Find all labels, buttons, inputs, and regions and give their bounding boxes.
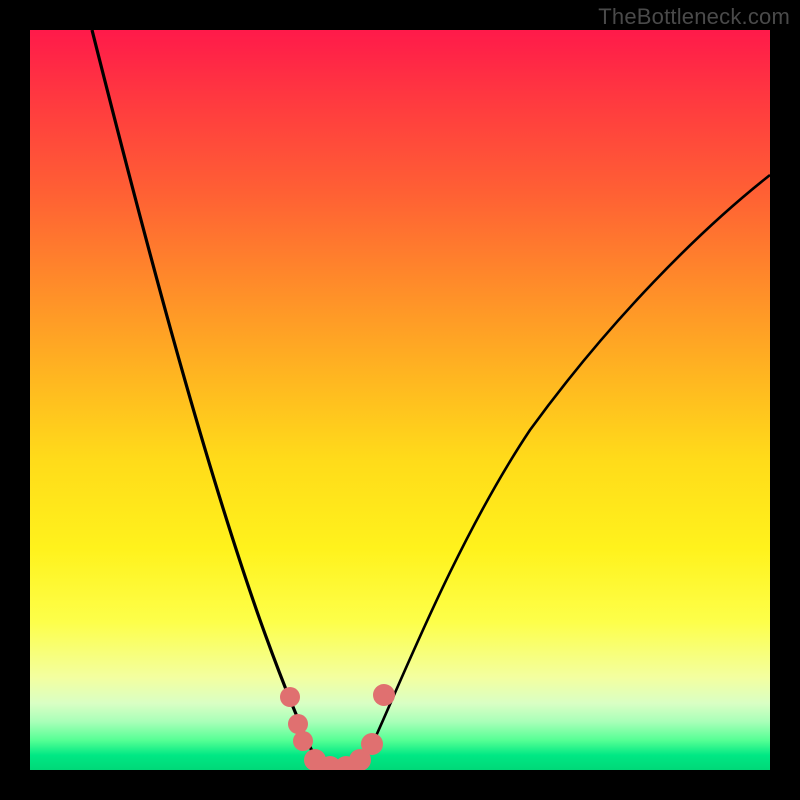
left-curve bbox=[92, 30, 317, 762]
curve-layer bbox=[30, 30, 770, 770]
right-curve bbox=[364, 175, 770, 762]
right-marker-1 bbox=[361, 733, 383, 755]
watermark-text: TheBottleneck.com bbox=[598, 4, 790, 30]
chart-frame: TheBottleneck.com bbox=[0, 0, 800, 800]
left-marker-3 bbox=[293, 731, 313, 751]
left-marker-2 bbox=[288, 714, 308, 734]
left-marker-1 bbox=[280, 687, 300, 707]
right-marker-2 bbox=[373, 684, 395, 706]
plot-area bbox=[30, 30, 770, 770]
marker-group bbox=[280, 684, 395, 770]
